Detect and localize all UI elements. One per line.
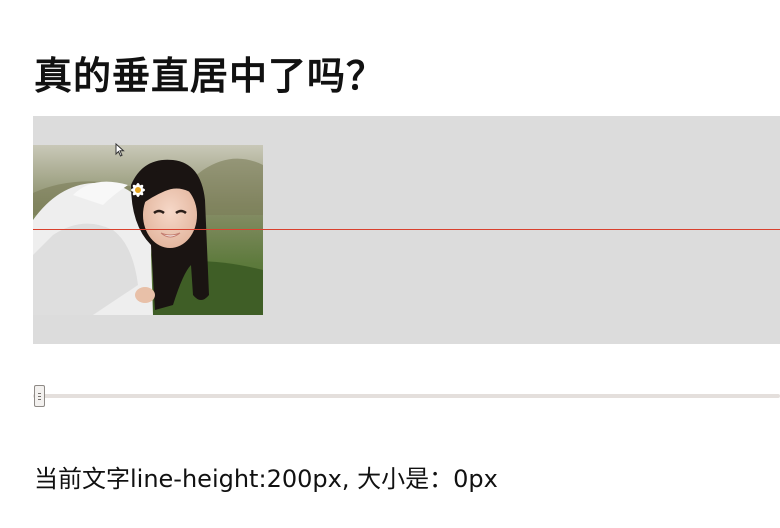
page-title: 真的垂直居中了吗？ (34, 54, 386, 99)
font-size-value: 0px (453, 465, 498, 493)
demo-container (33, 116, 780, 344)
status-text: 当前文字line-height:200px, 大小是：0px (34, 459, 498, 494)
center-guide-line (33, 229, 780, 230)
font-size-slider[interactable] (33, 383, 780, 411)
demo-photo (33, 145, 263, 315)
status-separator: , 大小是： (341, 465, 454, 493)
slider-handle[interactable] (34, 385, 45, 407)
status-prefix: 当前文字line-height: (34, 465, 267, 493)
mouse-pointer-icon (115, 142, 125, 161)
page: 真的垂直居中了吗？ 当前文字line-height:200px, 大小是：0px (0, 0, 780, 528)
slider-track[interactable] (33, 394, 780, 398)
line-height-value: 200px (266, 465, 342, 493)
